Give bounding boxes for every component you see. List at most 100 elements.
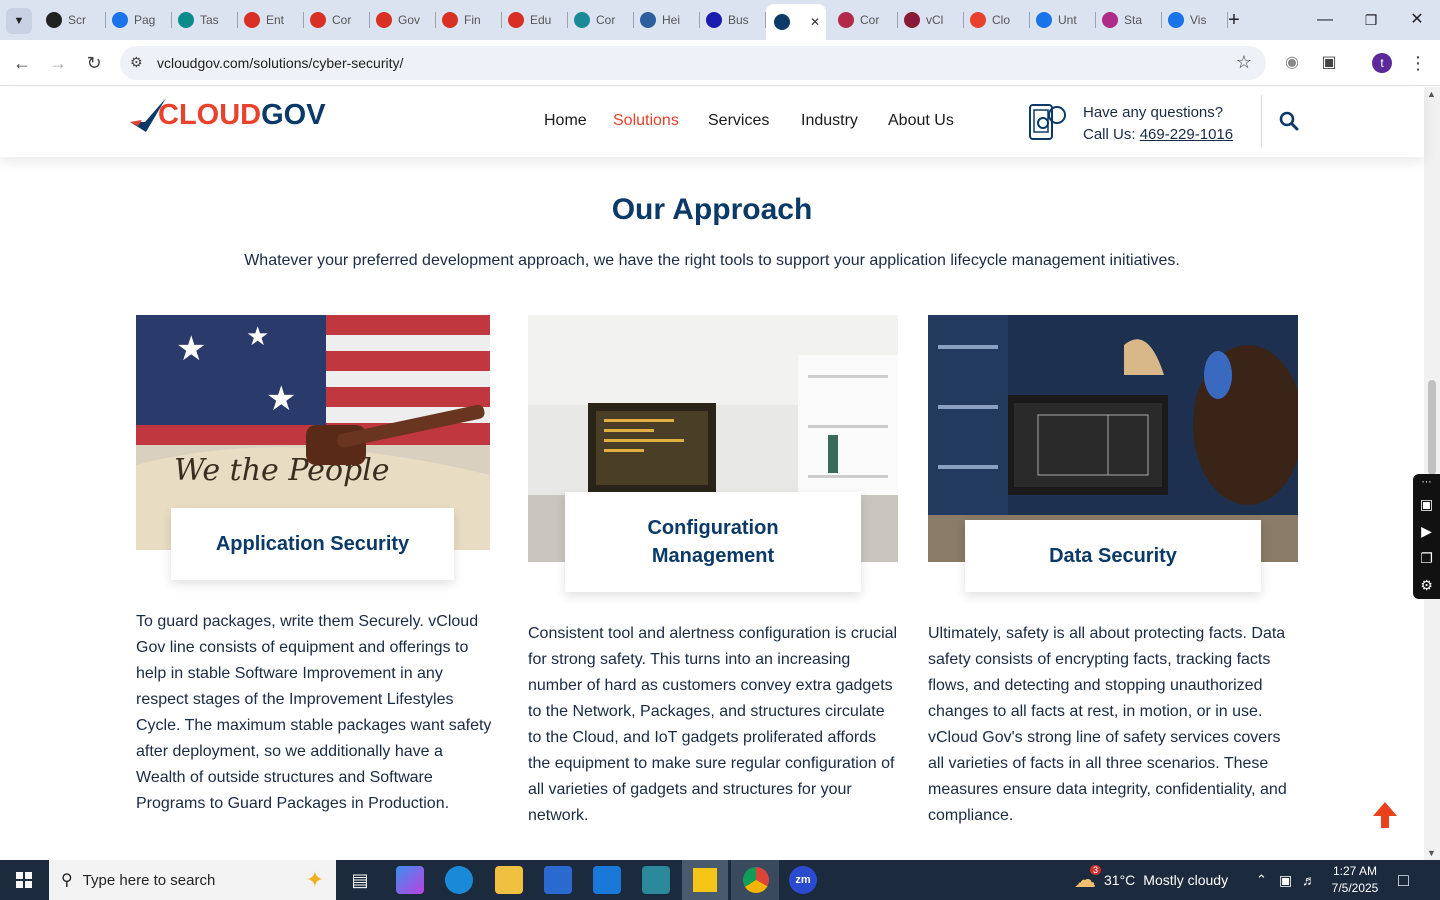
tab-favicon-icon xyxy=(508,12,524,28)
taskbar-search-icon: ⚲ xyxy=(61,872,73,889)
svg-text:★: ★ xyxy=(246,321,269,351)
tab-favicon-icon xyxy=(774,14,790,30)
tab-favicon-icon xyxy=(706,12,722,28)
extensions-puzzle-icon[interactable]: ▣ xyxy=(1318,52,1340,74)
network-icon[interactable]: ▣ xyxy=(1279,860,1292,900)
omnibox[interactable]: ⚙ vcloudgov.com/solutions/cyber-security… xyxy=(120,46,1266,80)
browser-tab[interactable]: Ent xyxy=(244,6,304,34)
browser-tab[interactable]: Fin xyxy=(442,6,502,34)
weather-widget[interactable]: ☁ 3 31°C Mostly cloudy xyxy=(1074,860,1228,900)
back-arrow-icon[interactable]: ← xyxy=(11,52,33,74)
browser-tab[interactable]: Vis xyxy=(1168,6,1228,34)
tab-favicon-icon xyxy=(1102,12,1118,28)
app-diamond-icon[interactable] xyxy=(642,866,670,894)
window-icon[interactable]: ❐ xyxy=(1413,545,1440,572)
menu-kebab-icon[interactable]: ⋮ xyxy=(1407,52,1429,74)
capture-toolbar: ⋯ ▣ ▶ ❐ ⚙ xyxy=(1413,474,1440,599)
toolbar-more-icon[interactable]: ⋯ xyxy=(1413,474,1440,491)
tab-label: Pag xyxy=(134,13,156,27)
taskbar-search-box[interactable]: ⚲ Type here to search ✦ xyxy=(49,860,336,900)
task-view-icon[interactable]: ▤ xyxy=(346,866,374,894)
profile-avatar[interactable]: t xyxy=(1372,53,1392,73)
chrome-taskbar-button[interactable] xyxy=(731,860,779,900)
camera-icon[interactable]: ▣ xyxy=(1413,491,1440,518)
copilot-app-icon[interactable] xyxy=(396,866,424,894)
scrollbar-thumb[interactable] xyxy=(1428,380,1436,475)
section-subtitle: Whatever your preferred development appr… xyxy=(244,252,1180,269)
scroll-up-arrow-icon[interactable]: ▲ xyxy=(1427,89,1436,99)
browser-tab[interactable]: Hei xyxy=(640,6,700,34)
site-info-icon[interactable]: ⚙ xyxy=(130,54,143,71)
browser-tab[interactable]: Cor xyxy=(574,6,634,34)
mail-icon[interactable] xyxy=(593,866,621,894)
site-header: CLOUDGOV Home Solutions Services Industr… xyxy=(0,87,1424,157)
forward-arrow-icon[interactable]: → xyxy=(47,52,69,74)
cloudgov-logo[interactable]: CLOUDGOV xyxy=(128,98,326,132)
browser-tab[interactable]: Cor xyxy=(838,6,898,34)
tab-separator xyxy=(567,12,568,28)
copilot-sparkle-icon[interactable]: ✦ xyxy=(306,867,324,893)
tab-separator xyxy=(1095,12,1096,28)
tab-label: Tas xyxy=(200,13,219,27)
weather-desc: Mostly cloudy xyxy=(1143,872,1229,888)
clock[interactable]: 1:27 AM 7/5/2025 xyxy=(1332,860,1379,900)
phone-link[interactable]: 469-229-1016 xyxy=(1140,126,1233,143)
tab-label: Ent xyxy=(266,13,285,27)
tab-separator xyxy=(1161,12,1162,28)
browser-tab[interactable]: Unt xyxy=(1036,6,1096,34)
edge-browser-icon[interactable] xyxy=(445,866,473,894)
nav-services[interactable]: Services xyxy=(708,112,769,130)
back-to-top-arrow-icon[interactable] xyxy=(1373,802,1397,828)
zoom-app-icon[interactable]: zm xyxy=(789,866,817,894)
globe-icon[interactable]: ◉ xyxy=(1281,52,1303,74)
windows-start-icon[interactable] xyxy=(0,860,48,900)
tray-overflow-chevron-icon[interactable]: ⌃ xyxy=(1256,860,1267,900)
nav-solutions[interactable]: Solutions xyxy=(613,112,679,130)
volume-icon[interactable]: ♬ xyxy=(1302,860,1316,900)
tab-separator xyxy=(699,12,700,28)
browser-tab[interactable]: Clo xyxy=(970,6,1030,34)
tab-favicon-icon xyxy=(244,12,260,28)
browser-tab[interactable]: Sta xyxy=(1102,6,1162,34)
browser-tab[interactable]: Cor xyxy=(310,6,370,34)
file-explorer-icon[interactable] xyxy=(495,866,523,894)
tab-close-icon[interactable]: ✕ xyxy=(810,15,820,29)
close-window-icon[interactable]: ✕ xyxy=(1405,8,1429,32)
tab-label: Edu xyxy=(530,13,552,27)
ms-store-icon[interactable] xyxy=(544,866,572,894)
tab-label: Clo xyxy=(992,13,1011,27)
nav-industry[interactable]: Industry xyxy=(801,112,858,130)
sticky-notes-icon xyxy=(693,868,717,892)
minimize-icon[interactable]: — xyxy=(1313,8,1337,32)
browser-tab[interactable]: Pag xyxy=(112,6,172,34)
browser-tab[interactable]: Scr xyxy=(46,6,106,34)
search-icon[interactable] xyxy=(1279,111,1299,131)
tab-favicon-icon xyxy=(1036,12,1052,28)
browser-tab[interactable]: Edu xyxy=(508,6,568,34)
bookmark-star-icon[interactable]: ☆ xyxy=(1236,52,1252,73)
nav-about-us[interactable]: About Us xyxy=(888,112,954,130)
restore-icon[interactable]: ❐ xyxy=(1359,8,1383,32)
new-tab-plus-icon[interactable]: + xyxy=(1222,8,1246,32)
sticky-notes-taskbar-button[interactable] xyxy=(682,860,728,900)
nav-home[interactable]: Home xyxy=(544,112,587,130)
browser-tab[interactable]: vCl xyxy=(904,6,964,34)
browser-tab[interactable]: Tas xyxy=(178,6,238,34)
url-text[interactable]: vcloudgov.com/solutions/cyber-security/ xyxy=(157,55,403,71)
card-text-application-security: To guard packages, write them Securely. … xyxy=(136,613,492,812)
scroll-down-arrow-icon[interactable]: ▼ xyxy=(1427,848,1436,858)
tab-separator xyxy=(171,12,172,28)
browser-tab[interactable]: Bus xyxy=(706,6,766,34)
tab-label: Fin xyxy=(464,13,481,27)
notifications-icon[interactable]: □ xyxy=(1398,860,1409,900)
tab-search-chevron-icon[interactable]: ▼ xyxy=(6,8,32,34)
clock-time: 1:27 AM xyxy=(1332,864,1378,878)
browser-tab[interactable]: ✕ xyxy=(766,4,826,40)
tab-favicon-icon xyxy=(1168,12,1184,28)
browser-tab[interactable]: Gov xyxy=(376,6,436,34)
settings-gear-icon[interactable]: ⚙ xyxy=(1413,572,1440,599)
weather-cloud-icon: ☁ 3 xyxy=(1074,865,1102,893)
reload-icon[interactable]: ↻ xyxy=(83,52,105,74)
video-icon[interactable]: ▶ xyxy=(1413,518,1440,545)
tab-label: Bus xyxy=(728,13,749,27)
